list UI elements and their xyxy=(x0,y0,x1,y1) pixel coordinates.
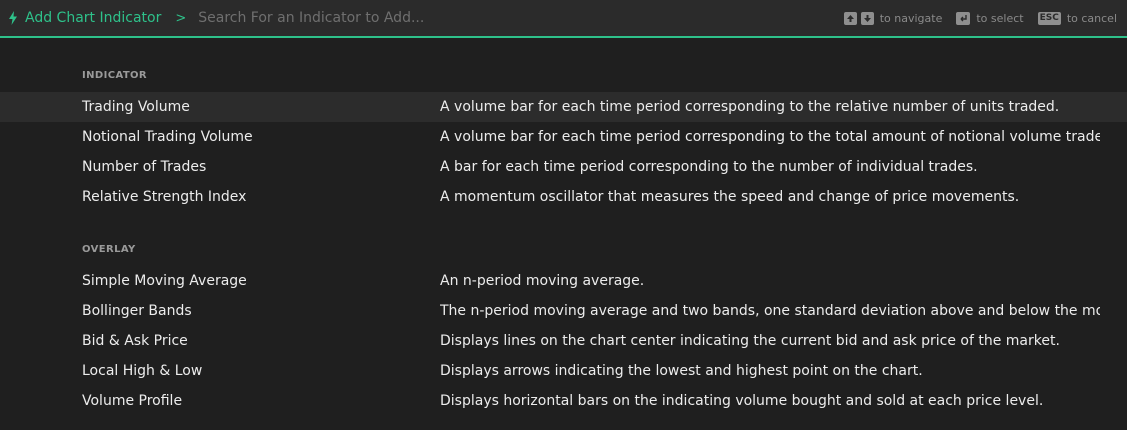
item-description: Displays lines on the chart center indic… xyxy=(440,333,1060,349)
item-description: An n-period moving average. xyxy=(440,273,645,289)
item-name: Notional Trading Volume xyxy=(82,129,253,145)
list-item-bid-ask-price[interactable]: Bid & Ask Price Displays lines on the ch… xyxy=(0,326,1127,356)
enter-key-icon xyxy=(956,11,971,25)
item-description: A volume bar for each time period corres… xyxy=(440,129,1100,145)
indicator-search-bar: Add Chart Indicator > to navigate to sel… xyxy=(0,0,1127,38)
list-item-notional-trading-volume[interactable]: Notional Trading Volume A volume bar for… xyxy=(0,122,1127,152)
section-header-overlay: OVERLAY xyxy=(82,244,136,255)
keyboard-hints: to navigate to select ESC to cancel xyxy=(843,11,1117,25)
list-item-relative-strength-index[interactable]: Relative Strength Index A momentum oscil… xyxy=(0,182,1127,212)
arrow-up-key-icon xyxy=(843,11,857,25)
item-name: Number of Trades xyxy=(82,159,207,175)
title-text: Add Chart Indicator xyxy=(25,10,162,26)
list-item-volume-profile[interactable]: Volume Profile Displays horizontal bars … xyxy=(0,386,1127,416)
arrow-down-key-icon xyxy=(860,11,874,25)
item-description: A bar for each time period corresponding… xyxy=(440,159,978,175)
item-name: Bollinger Bands xyxy=(82,303,192,319)
item-description: Displays horizontal bars on the indicati… xyxy=(440,393,1044,409)
esc-key-icon: ESC xyxy=(1037,11,1061,25)
item-name: Simple Moving Average xyxy=(82,273,247,289)
item-name: Bid & Ask Price xyxy=(82,333,188,349)
item-name: Relative Strength Index xyxy=(82,189,247,205)
item-name: Volume Profile xyxy=(82,393,183,409)
item-name: Local High & Low xyxy=(82,363,203,379)
list-item-trading-volume[interactable]: Trading Volume A volume bar for each tim… xyxy=(0,92,1127,122)
item-description: The n-period moving average and two band… xyxy=(440,303,1100,319)
navigate-hint: to navigate xyxy=(879,11,943,25)
item-description: Displays arrows indicating the lowest an… xyxy=(440,363,923,379)
item-description: A momentum oscillator that measures the … xyxy=(440,189,1020,205)
chevron-right-icon: > xyxy=(175,10,187,26)
section-header-indicator: INDICATOR xyxy=(82,70,148,81)
list-item-bollinger-bands[interactable]: Bollinger Bands The n-period moving aver… xyxy=(0,296,1127,326)
add-chart-indicator-title: Add Chart Indicator xyxy=(8,10,161,26)
select-hint: to select xyxy=(976,11,1024,25)
item-description: A volume bar for each time period corres… xyxy=(440,99,1060,115)
list-item-local-high-low[interactable]: Local High & Low Displays arrows indicat… xyxy=(0,356,1127,386)
cancel-hint: to cancel xyxy=(1066,11,1117,25)
item-name: Trading Volume xyxy=(82,99,190,115)
indicator-search-input[interactable] xyxy=(198,3,844,33)
list-item-number-of-trades[interactable]: Number of Trades A bar for each time per… xyxy=(0,152,1127,182)
lightning-bolt-icon xyxy=(8,11,18,25)
list-item-simple-moving-average[interactable]: Simple Moving Average An n-period moving… xyxy=(0,266,1127,296)
